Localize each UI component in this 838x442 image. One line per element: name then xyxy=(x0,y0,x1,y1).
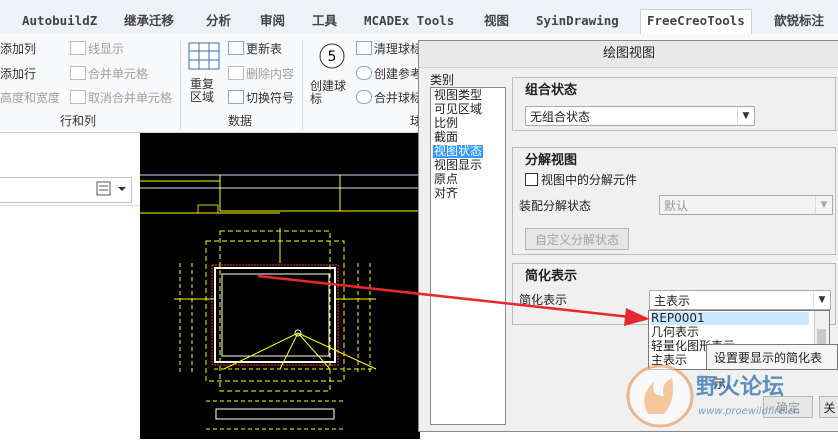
assembly-exploded-state-value: 默认 xyxy=(664,199,689,213)
combined-state-value: 无组合状态 xyxy=(530,110,591,124)
merge-balloon-button[interactable]: 合并球标 xyxy=(374,89,422,106)
chevron-down-icon: ▼ xyxy=(813,291,830,309)
clean-balloon-icon xyxy=(356,41,372,55)
merge-cells-icon xyxy=(70,66,86,80)
tree-settings-icon[interactable] xyxy=(96,181,128,197)
category-item-view-type[interactable]: 视图类型 xyxy=(433,89,483,102)
tab-autobuildz[interactable]: AutobuildZ xyxy=(22,10,97,32)
tab-xinrui-annotation[interactable]: 歆锐标注 xyxy=(774,10,824,32)
category-list: 视图类型 可见区域 比例 截面 视图状态 视图显示 原点 对齐 xyxy=(430,87,506,425)
delete-content-button[interactable]: 删除内容 xyxy=(246,65,294,82)
repeat-region-icon xyxy=(188,42,220,70)
switch-symbol-button[interactable]: 切换符号 xyxy=(246,89,294,106)
tab-review[interactable]: 审阅 xyxy=(260,10,285,32)
chevron-down-icon: ▼ xyxy=(737,107,754,125)
simplified-rep-title: 简化表示 xyxy=(525,269,578,284)
category-item-view-display[interactable]: 视图显示 xyxy=(433,159,483,172)
assembly-exploded-state-label: 装配分解状态 xyxy=(519,199,592,213)
combined-state-panel: 组合状态 无组合状态 ▼ xyxy=(512,77,836,131)
balloon-5-icon: 5 xyxy=(319,43,345,69)
exploded-view-panel: 分解视图 视图中的分解元件 装配分解状态 默认 ▼ 自定义分解状态 xyxy=(512,147,836,255)
tab-syindrawing[interactable]: SyinDrawing xyxy=(536,10,619,32)
ribbon-tab-bar: AutobuildZ 继承迁移 分析 审阅 工具 MCADEx Tools 视图… xyxy=(0,0,838,35)
line-display-button[interactable]: 线显示 xyxy=(88,40,124,57)
tab-analysis[interactable]: 分析 xyxy=(206,10,231,32)
ribbon-divider xyxy=(302,40,303,130)
tab-inherit-migrate[interactable]: 继承迁移 xyxy=(124,10,174,32)
combined-state-select[interactable]: 无组合状态 ▼ xyxy=(525,106,755,126)
simplified-rep-value: 主表示 xyxy=(654,294,691,308)
tab-freecreotools[interactable]: FreeCreoTools xyxy=(640,9,752,35)
category-label: 类别 xyxy=(430,73,455,87)
exploded-components-checkbox[interactable] xyxy=(525,173,538,186)
category-item-section[interactable]: 截面 xyxy=(433,131,459,144)
category-item-visible-area[interactable]: 可见区域 xyxy=(433,103,483,116)
switch-symbol-icon xyxy=(228,90,244,104)
drawing-canvas[interactable] xyxy=(140,133,420,439)
tab-tools[interactable]: 工具 xyxy=(312,10,337,32)
watermark-name: 野火论坛 xyxy=(696,374,784,400)
update-table-icon xyxy=(228,41,244,55)
chevron-down-icon: ▼ xyxy=(815,196,832,214)
merge-balloon-icon xyxy=(356,90,372,104)
combined-state-title: 组合状态 xyxy=(525,83,578,98)
height-width-button[interactable]: 高度和宽度 xyxy=(0,89,60,106)
category-item-origin[interactable]: 原点 xyxy=(433,173,459,186)
dropdown-option-geometry-rep[interactable]: 几何表示 xyxy=(651,326,699,339)
repeat-region-button[interactable]: 重复 区域 xyxy=(190,78,214,104)
model-tree-panel xyxy=(0,133,141,439)
create-reference-icon xyxy=(356,66,372,80)
group-label-data: 数据 xyxy=(228,114,253,128)
simplified-rep-select[interactable]: 主表示 ▼ xyxy=(649,290,831,310)
create-balloon-button[interactable]: 创建球 标 xyxy=(310,80,346,106)
panel-divider xyxy=(0,205,140,206)
tab-view[interactable]: 视图 xyxy=(484,10,509,32)
add-row-button[interactable]: 添加行 xyxy=(0,65,36,82)
category-item-view-state[interactable]: 视图状态 xyxy=(433,145,484,158)
drawing-view-graphics xyxy=(140,174,420,430)
unmerge-cells-icon xyxy=(70,90,86,104)
forum-watermark-logo: 野火论坛 www.proewildfire.cn xyxy=(626,364,800,428)
unmerge-cells-button[interactable]: 取消合并单元格 xyxy=(88,89,172,106)
line-display-icon xyxy=(70,41,86,55)
ribbon-divider xyxy=(180,40,181,130)
category-item-scale[interactable]: 比例 xyxy=(433,117,459,130)
clean-balloon-button[interactable]: 清理球标 xyxy=(374,40,422,57)
watermark-url: www.proewildfire.cn xyxy=(698,406,800,417)
update-table-button[interactable]: 更新表 xyxy=(246,40,282,57)
category-item-alignment[interactable]: 对齐 xyxy=(433,187,459,200)
svg-text:5: 5 xyxy=(328,49,337,65)
add-column-button[interactable]: 添加列 xyxy=(0,40,36,57)
group-label-rows-cols: 行和列 xyxy=(60,114,97,128)
assembly-exploded-state-select[interactable]: 默认 ▼ xyxy=(659,195,833,215)
dropdown-option-rep0001[interactable]: REP0001 xyxy=(651,312,809,325)
exploded-components-label: 视图中的分解元件 xyxy=(541,173,638,187)
create-reference-button[interactable]: 创建参考 xyxy=(374,65,422,82)
simplified-rep-label: 简化表示 xyxy=(519,293,568,307)
merge-cells-button[interactable]: 合并单元格 xyxy=(88,65,148,82)
tab-mcadex-tools[interactable]: MCADEx Tools xyxy=(364,10,454,32)
dialog-title: 绘图视图 xyxy=(419,41,838,68)
exploded-view-title: 分解视图 xyxy=(525,153,578,168)
custom-exploded-state-button[interactable]: 自定义分解状态 xyxy=(525,228,629,250)
delete-content-icon xyxy=(228,66,244,80)
